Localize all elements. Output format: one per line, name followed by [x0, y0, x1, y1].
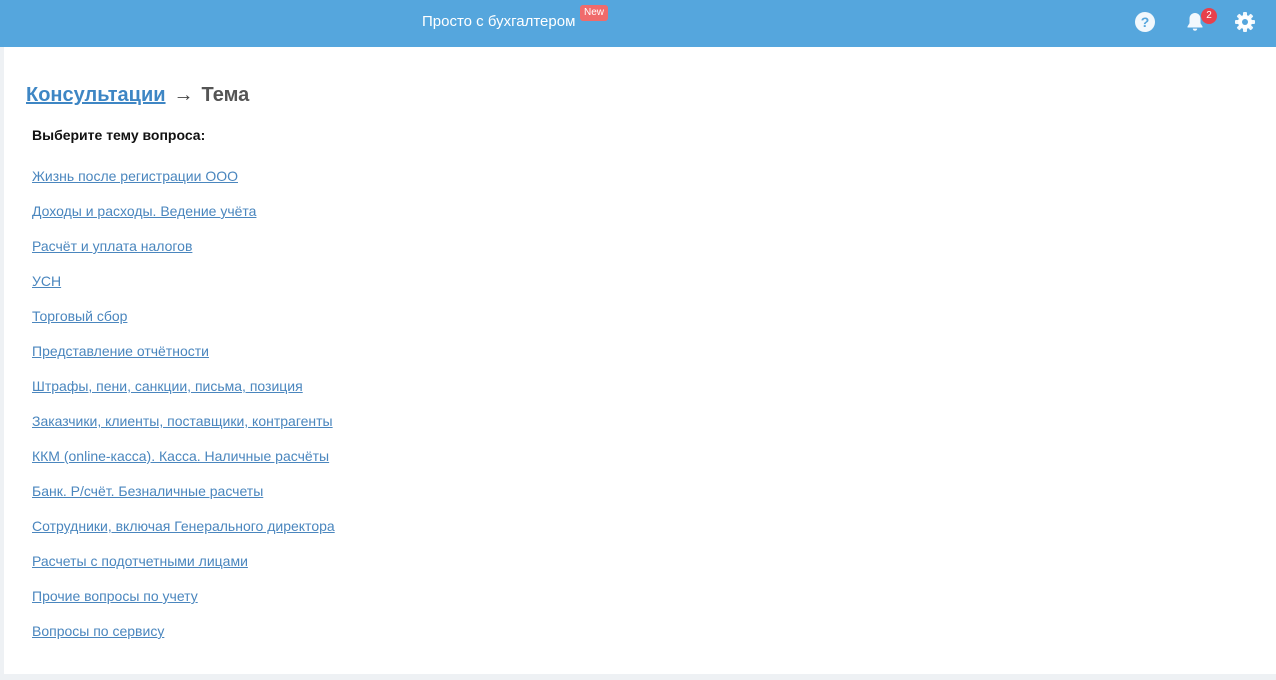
top-bar: Просто с бухгалтером New ? 2: [0, 0, 1276, 47]
list-item: Расчеты с подотчетными лицами: [32, 550, 335, 585]
list-item: Штрафы, пени, санкции, письма, позиция: [32, 375, 335, 410]
brand-link[interactable]: Просто с бухгалтером: [422, 13, 575, 31]
svg-text:?: ?: [1141, 14, 1150, 30]
breadcrumb-current: Тема: [201, 84, 250, 106]
topic-link[interactable]: Жизнь после регистрации ООО: [32, 168, 238, 184]
topic-link[interactable]: УСН: [32, 273, 61, 289]
topic-link[interactable]: Доходы и расходы. Ведение учёта: [32, 203, 256, 219]
help-button[interactable]: ?: [1133, 10, 1157, 34]
breadcrumb-link-consultations[interactable]: Консультации: [26, 84, 166, 106]
list-item: Доходы и расходы. Ведение учёта: [32, 200, 335, 235]
list-item: Расчёт и уплата налогов: [32, 235, 335, 270]
list-item: УСН: [32, 270, 335, 305]
main-content: Консультации → Тема Выберите тему вопроса:…: [4, 47, 1276, 674]
breadcrumb: Консультации → Тема: [26, 83, 249, 107]
topic-link[interactable]: Прочие вопросы по учету: [32, 588, 198, 604]
topic-link[interactable]: Сотрудники, включая Генерального директо…: [32, 518, 335, 534]
list-item: Прочие вопросы по учету: [32, 585, 335, 620]
list-item: Вопросы по сервису: [32, 620, 335, 655]
breadcrumb-arrow: →: [173, 84, 194, 106]
list-item: Банк. Р/счёт. Безналичные расчеты: [32, 480, 335, 515]
gear-icon: [1235, 12, 1255, 32]
topic-list: Жизнь после регистрации ООО Доходы и рас…: [32, 165, 335, 655]
topic-link[interactable]: Представление отчётности: [32, 343, 209, 359]
question-circle-icon: ?: [1135, 12, 1155, 32]
topic-link[interactable]: Торговый сбор: [32, 308, 127, 324]
topic-prompt: Выберите тему вопроса:: [32, 127, 206, 143]
new-badge: New: [580, 5, 609, 21]
notification-count-badge: 2: [1201, 8, 1217, 24]
list-item: Торговый сбор: [32, 305, 335, 340]
settings-button[interactable]: [1233, 10, 1257, 34]
topic-link[interactable]: Штрафы, пени, санкции, письма, позиция: [32, 378, 303, 394]
topic-link[interactable]: Заказчики, клиенты, поставщики, контраге…: [32, 413, 333, 429]
topic-link[interactable]: Расчеты с подотчетными лицами: [32, 553, 248, 569]
topic-link[interactable]: ККМ (online-касса). Касса. Наличные расч…: [32, 448, 329, 464]
topic-link[interactable]: Расчёт и уплата налогов: [32, 238, 192, 254]
list-item: Представление отчётности: [32, 340, 335, 375]
list-item: Заказчики, клиенты, поставщики, контраге…: [32, 410, 335, 445]
list-item: Жизнь после регистрации ООО: [32, 165, 335, 200]
list-item: Сотрудники, включая Генерального директо…: [32, 515, 335, 550]
list-item: ККМ (online-касса). Касса. Наличные расч…: [32, 445, 335, 480]
topic-link[interactable]: Вопросы по сервису: [32, 623, 164, 639]
topic-link[interactable]: Банк. Р/счёт. Безналичные расчеты: [32, 483, 263, 499]
